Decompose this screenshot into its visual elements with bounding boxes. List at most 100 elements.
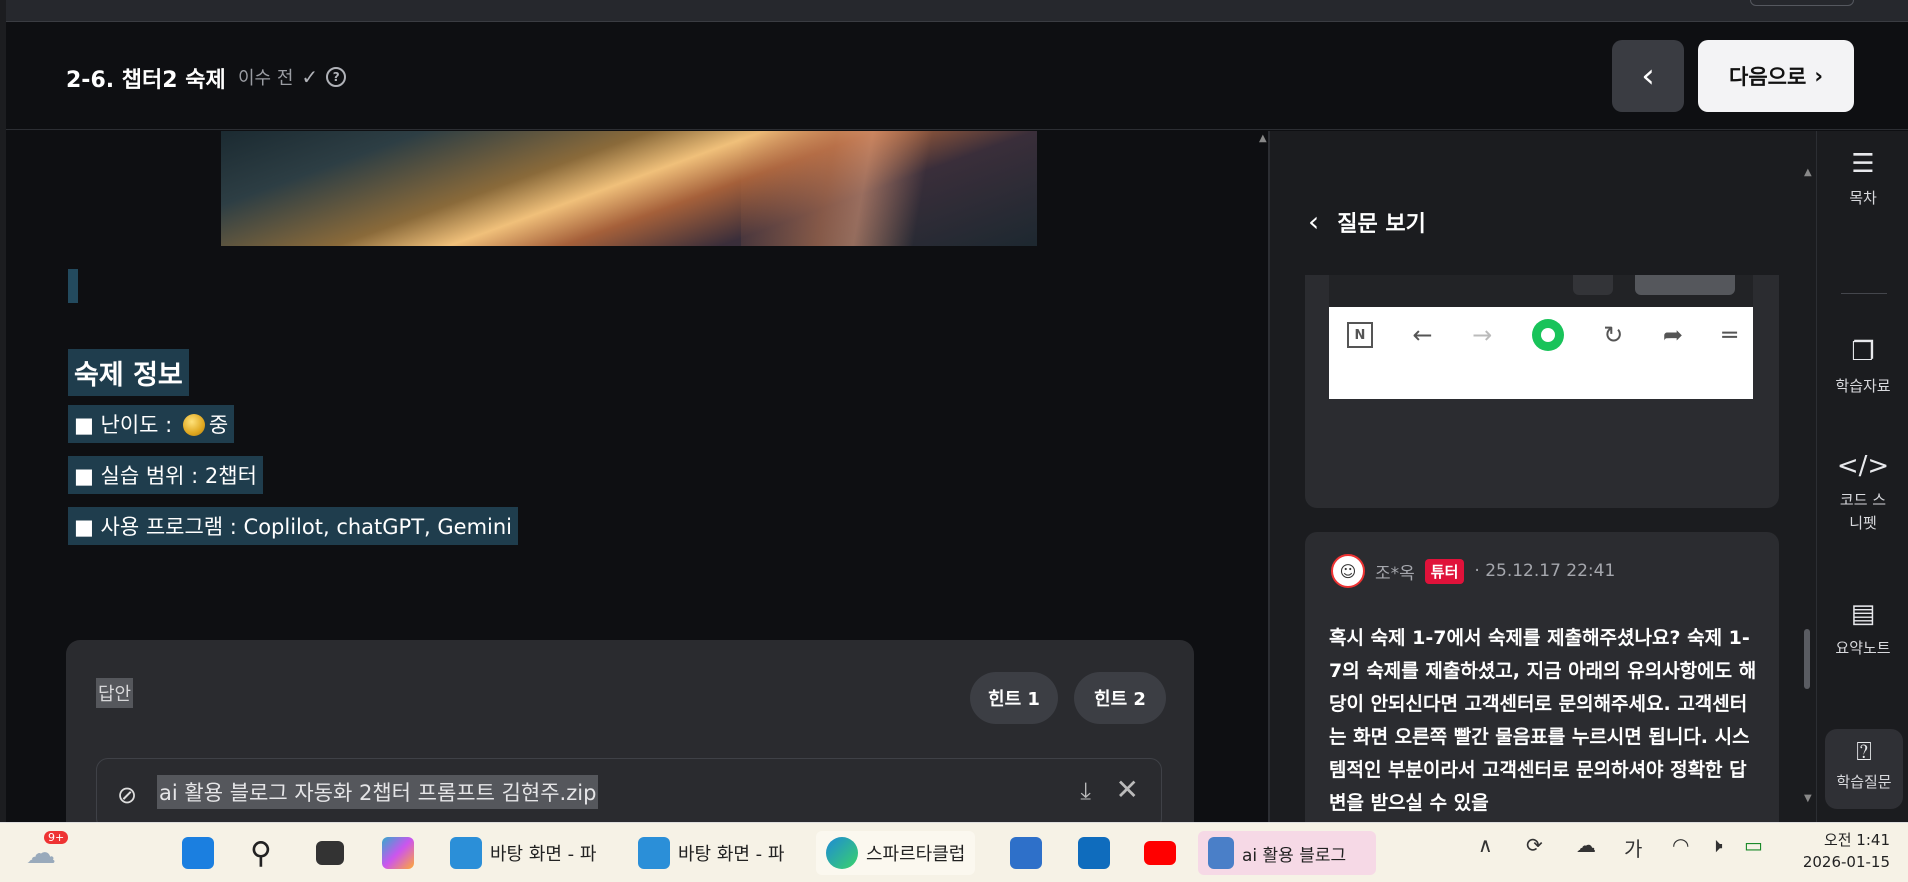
author-name: 조*옥: [1375, 563, 1415, 584]
answer-label: 답안: [96, 678, 134, 708]
search-button[interactable]: ⚲: [250, 831, 272, 875]
copilot-icon: [382, 837, 414, 869]
arrow-right-icon: →: [1472, 321, 1493, 349]
task-view-button[interactable]: [316, 831, 344, 875]
folder-icon: [450, 837, 482, 869]
rail-notes-label: 요약노트: [1835, 639, 1891, 657]
rail-questions-label: 학습질문: [1836, 773, 1892, 791]
menu-icon: ═: [1722, 321, 1737, 349]
moon-icon: [182, 414, 205, 436]
scroll-up-icon[interactable]: ▲: [1804, 167, 1812, 178]
chevron-left-icon: ‹: [1641, 56, 1655, 96]
selected-block-marker: [68, 269, 78, 303]
chevron-right-icon: ›: [1814, 64, 1823, 88]
share-icon: ➦: [1662, 321, 1684, 349]
homework-info-title: 숙제 정보: [68, 349, 189, 396]
question-bubble-icon: ⍰: [1856, 737, 1872, 767]
lesson-image: [221, 131, 1037, 246]
sync-icon[interactable]: ⟳: [1526, 833, 1543, 857]
next-button[interactable]: 다음으로 ›: [1698, 40, 1854, 112]
cut-off-button[interactable]: [1750, 0, 1854, 6]
screenshot-browser-bar: N ← → ↻ ➦ ═: [1329, 307, 1753, 399]
taskbar-youtube[interactable]: [1144, 831, 1176, 875]
hint-2-button[interactable]: 힌트 2: [1074, 672, 1166, 724]
difficulty-label: ■ 난이도 :: [74, 413, 173, 437]
edge-icon: [826, 837, 858, 869]
content-scrollbar[interactable]: ▲: [1259, 131, 1268, 822]
rail-notes[interactable]: ▤ 요약노트: [1817, 599, 1908, 660]
question-panel-header: ‹ 질문 보기: [1308, 205, 1426, 238]
check-icon: ✓: [301, 65, 319, 89]
taskbar-explorer-2[interactable]: 바탕 화면 - 파: [638, 831, 784, 875]
hint-1-button[interactable]: 힌트 1: [970, 672, 1058, 724]
download-icon[interactable]: ⤓: [1080, 777, 1091, 805]
programs-text: ■ 사용 프로그램 : Coplilot, chatGPT, Gemini: [68, 507, 519, 545]
programs-row: ■ 사용 프로그램 : Coplilot, chatGPT, Gemini: [68, 507, 519, 545]
youtube-icon: [1144, 841, 1176, 865]
scroll-down-icon[interactable]: ▼: [1804, 793, 1812, 804]
browser-icons: N ← → ↻ ➦ ═: [1347, 319, 1737, 351]
screenshot-top-fragment: [1329, 275, 1753, 307]
difficulty-row: ■ 난이도 : 중: [68, 405, 235, 443]
clock-date: 2026-01-15: [1802, 853, 1890, 871]
previous-button[interactable]: ‹: [1612, 40, 1684, 112]
question-image-card: N ← → ↻ ➦ ═: [1305, 275, 1779, 508]
cloud-off-icon[interactable]: ☁: [1576, 833, 1596, 857]
tutor-badge: 튜터: [1424, 558, 1465, 584]
clock[interactable]: 오전 1:41 2026-01-15: [1803, 829, 1890, 873]
green-circle-icon: [1531, 319, 1564, 351]
rail-questions[interactable]: ⍰ 학습질문: [1825, 729, 1903, 809]
scroll-up-icon[interactable]: ▲: [1259, 133, 1267, 144]
taskbar-explorer-1-label: 바탕 화면 - 파: [490, 844, 597, 865]
start-button[interactable]: [182, 831, 214, 875]
volume-icon[interactable]: 🕨: [1710, 833, 1723, 857]
taskbar-edge[interactable]: 스파르타클럽: [816, 831, 976, 875]
taskbar-outlook[interactable]: [1078, 831, 1110, 875]
paperclip-icon: ⊘: [117, 781, 138, 809]
file-name[interactable]: ai 활용 블로그 자동화 2챕터 프롬프트 김현주.zip: [157, 775, 599, 809]
faded-nav-button: [1573, 275, 1613, 295]
rail-snippets[interactable]: </> 코드 스니펫: [1817, 451, 1908, 535]
question-scrollbar[interactable]: ▲ ▼: [1804, 131, 1814, 822]
tutor-answer-card: ☺ 조*옥 튜터 · 25.12.17 22:41 혹시 숙제 1-7에서 숙제…: [1305, 532, 1779, 822]
notepad-icon: [1208, 837, 1234, 869]
ime-indicator[interactable]: 가: [1624, 833, 1642, 862]
taskbar-explorer-2-label: 바탕 화면 - 파: [678, 844, 785, 865]
outlook-icon: [1078, 837, 1110, 869]
weather-widget[interactable]: ☁ 9+: [26, 831, 69, 875]
rail-materials[interactable]: ❐ 학습자료: [1817, 337, 1908, 398]
scope-text: ■ 실습 범위 : 2챕터: [68, 456, 263, 494]
close-icon[interactable]: ✕: [1116, 773, 1139, 806]
help-icon[interactable]: ?: [326, 67, 347, 87]
attached-file: ⊘ ai 활용 블로그 자동화 2챕터 프롬프트 김현주.zip ⤓ ✕: [96, 758, 1162, 822]
tutor-meta: ☺ 조*옥 튜터 · 25.12.17 22:41: [1331, 554, 1615, 588]
question-panel-title: 질문 보기: [1337, 211, 1426, 237]
taskbar-notepad[interactable]: ai 활용 블로그: [1198, 831, 1376, 875]
scope-row: ■ 실습 범위 : 2챕터: [68, 456, 263, 494]
page-title: 2-6. 챕터2 숙제: [66, 68, 226, 93]
search-icon: ⚲: [250, 835, 272, 871]
rail-divider: [1841, 293, 1887, 294]
folder-icon: [638, 837, 670, 869]
taskbar: ☁ 9+ ⚲ 바탕 화면 - 파 바탕 화면 - 파 스파르타클럽 ai 활용 …: [0, 822, 1908, 882]
top-strip: [6, 0, 1908, 22]
arrow-left-icon: ←: [1412, 321, 1433, 349]
rail-toc[interactable]: ☰ 목차: [1817, 149, 1908, 210]
n-logo-icon: N: [1347, 322, 1373, 348]
wifi-icon[interactable]: ◠: [1672, 833, 1689, 857]
faded-next-button: [1635, 275, 1735, 295]
answer-text: 혹시 숙제 1-7에서 숙제를 제출해주셨나요? 숙제 1-7의 숙제를 제출하…: [1329, 627, 1757, 814]
scroll-thumb[interactable]: [1804, 629, 1810, 689]
battery-icon[interactable]: ▭: [1744, 833, 1763, 857]
chevron-up-icon[interactable]: ∧: [1478, 833, 1493, 857]
list-icon: ☰: [1851, 149, 1875, 179]
taskbar-store[interactable]: [1010, 831, 1042, 875]
back-icon[interactable]: ‹: [1308, 205, 1319, 238]
taskbar-explorer-1[interactable]: 바탕 화면 - 파: [450, 831, 596, 875]
refresh-icon: ↻: [1603, 321, 1624, 349]
taskbar-edge-label: 스파르타클럽: [866, 844, 966, 865]
copilot-button[interactable]: [382, 831, 414, 875]
avatar: ☺: [1331, 554, 1365, 588]
note-icon: ▤: [1850, 599, 1876, 629]
homework-info-heading: 숙제 정보: [68, 349, 189, 396]
